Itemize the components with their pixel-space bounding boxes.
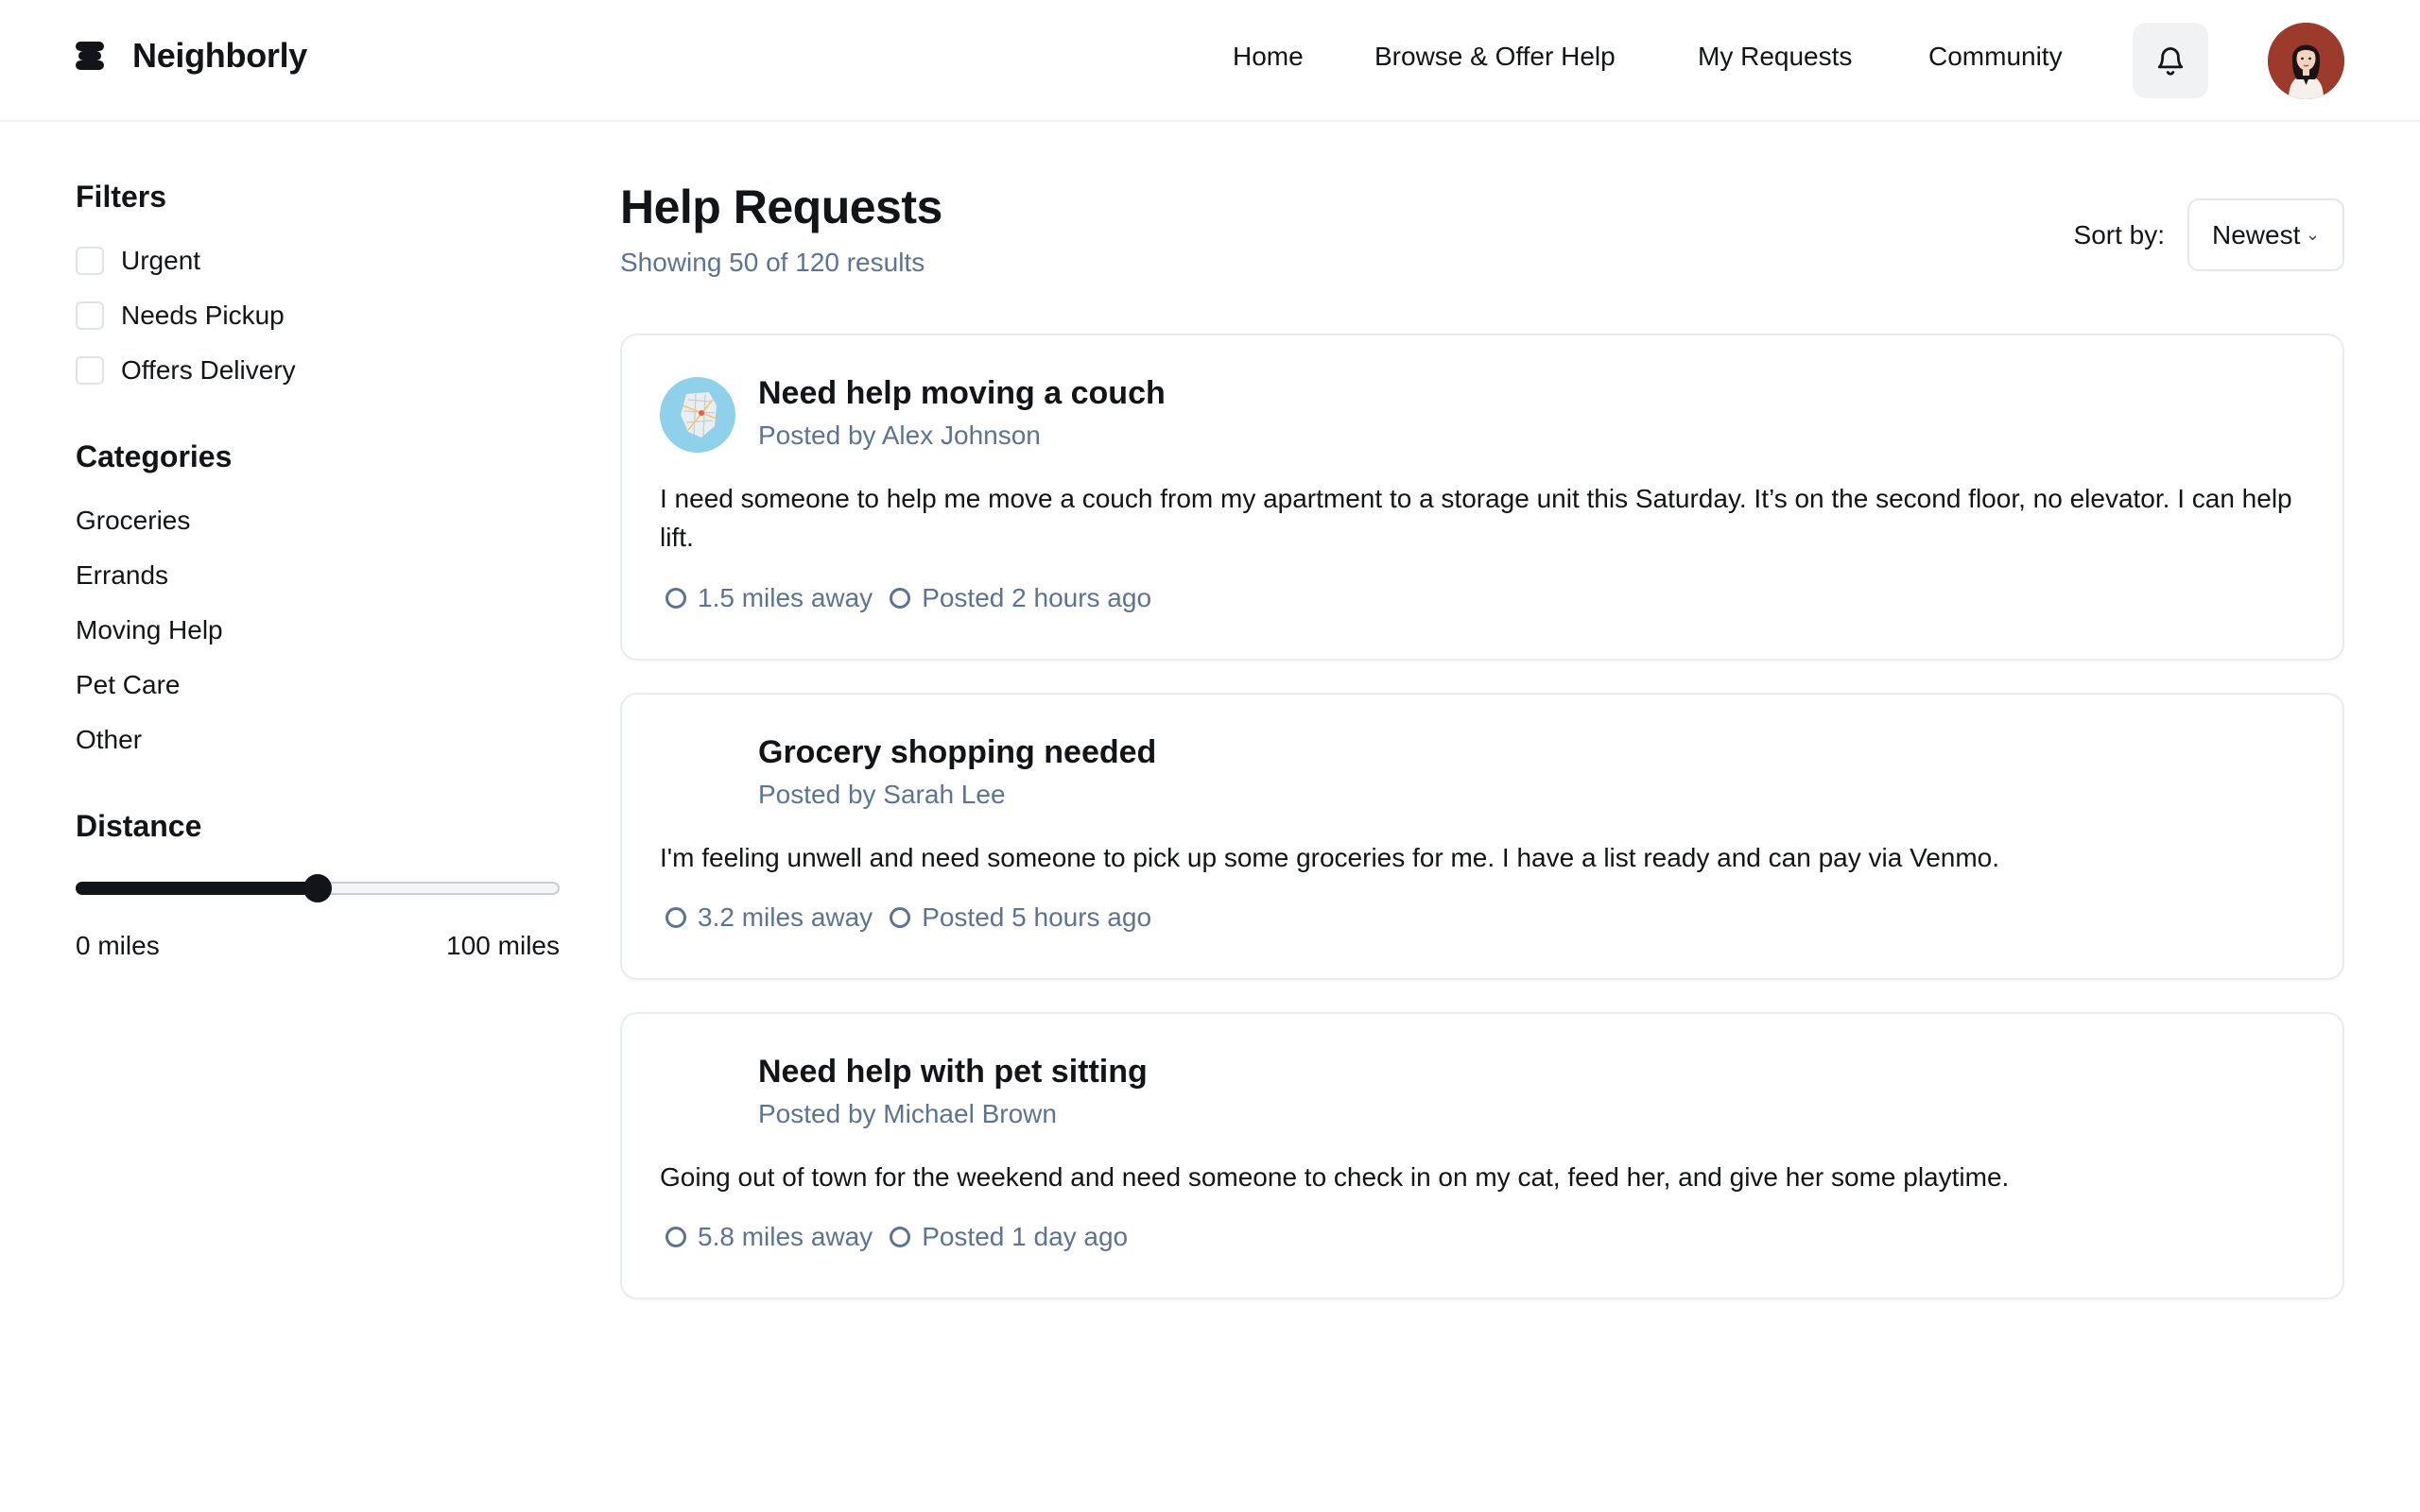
sort-control: Sort by: Newest ⌄: [2074, 198, 2344, 271]
category-other[interactable]: Other: [76, 713, 560, 767]
request-description: Going out of town for the weekend and ne…: [660, 1162, 2010, 1192]
category-list: Groceries Errands Moving Help Pet Care O…: [76, 493, 560, 767]
offers-delivery-checkbox[interactable]: [76, 356, 104, 385]
distance-range-labels: 0 miles 100 miles: [76, 931, 560, 961]
clock-icon: [890, 1227, 911, 1247]
location-icon: [666, 1227, 686, 1247]
user-avatar-illustration: [2268, 23, 2344, 99]
sort-value: Newest: [2212, 219, 2301, 249]
posted-text: Posted 1 day ago: [922, 1222, 1129, 1251]
user-avatar[interactable]: [2268, 23, 2344, 99]
posted-text: Posted 2 hours ago: [922, 583, 1152, 612]
main-nav: Home Browse & Offer Help My Requests Com…: [0, 42, 2420, 79]
filter-offers-delivery[interactable]: Offers Delivery: [76, 343, 560, 398]
map-icon: [660, 377, 735, 453]
distance-meta: 1.5 miles away: [660, 583, 873, 613]
urgent-checkbox[interactable]: [76, 247, 104, 275]
sort-select[interactable]: Newest ⌄: [2187, 198, 2344, 271]
posted-meta: Posted 1 day ago: [884, 1222, 1128, 1252]
posted-text: Posted 5 hours ago: [922, 902, 1152, 932]
filters-heading: Filters: [76, 180, 167, 214]
request-author: Posted by Sarah Lee: [758, 780, 1006, 809]
distance-meta: 5.8 miles away: [660, 1222, 873, 1252]
sort-label: Sort by:: [2073, 219, 2165, 249]
posted-meta: Posted 2 hours ago: [884, 583, 1151, 613]
category-errands[interactable]: Errands: [76, 548, 560, 603]
request-description: I'm feeling unwell and need someone to p…: [660, 843, 2000, 872]
slider-thumb[interactable]: [303, 874, 332, 902]
distance-min-label: 0 miles: [76, 931, 160, 960]
request-card[interactable]: Grocery shopping needed Posted by Sarah …: [620, 693, 2344, 980]
request-author: Posted by Michael Brown: [758, 1099, 1057, 1128]
request-meta: 1.5 miles away Posted 2 hours ago: [660, 583, 1163, 613]
category-pet-care[interactable]: Pet Care: [76, 658, 560, 713]
filter-label: Offers Delivery: [121, 355, 296, 385]
request-title[interactable]: Need help with pet sitting: [758, 1054, 1148, 1091]
slider-fill: [76, 882, 318, 895]
requests-main: Help Requests Showing 50 of 120 results …: [620, 180, 2344, 1299]
request-title[interactable]: Grocery shopping needed: [758, 734, 1156, 771]
distance-slider[interactable]: [76, 874, 560, 902]
location-icon: [666, 907, 686, 928]
notifications-button[interactable]: [2133, 23, 2208, 98]
filter-needs-pickup[interactable]: Needs Pickup: [76, 288, 560, 343]
categories-heading: Categories: [76, 439, 233, 473]
nav-my-requests[interactable]: My Requests: [1698, 42, 1852, 72]
request-card[interactable]: Need help with pet sitting Posted by Mic…: [620, 1012, 2344, 1299]
clock-icon: [890, 907, 911, 928]
filter-urgent[interactable]: Urgent: [76, 233, 560, 288]
map-avatar: [660, 377, 735, 453]
posted-meta: Posted 5 hours ago: [884, 902, 1151, 933]
top-nav-bar: Neighborly Home Browse & Offer Help My R…: [0, 0, 2420, 122]
distance-text: 3.2 miles away: [698, 902, 873, 932]
distance-text: 1.5 miles away: [698, 583, 873, 612]
filter-label: Needs Pickup: [121, 301, 285, 330]
distance-max-label: 100 miles: [446, 931, 560, 960]
bell-icon: [2157, 47, 2184, 76]
clock-icon: [890, 588, 911, 609]
filters-sidebar: Filters Urgent Needs Pickup Offers Deliv…: [76, 180, 560, 961]
filter-label: Urgent: [121, 246, 201, 275]
request-meta: 3.2 miles away Posted 5 hours ago: [660, 902, 1163, 933]
distance-meta: 3.2 miles away: [660, 902, 873, 933]
request-meta: 5.8 miles away Posted 1 day ago: [660, 1222, 1139, 1252]
request-card[interactable]: Need help moving a couch Posted by Alex …: [620, 334, 2344, 661]
category-groceries[interactable]: Groceries: [76, 493, 560, 548]
distance-text: 5.8 miles away: [698, 1222, 873, 1251]
nav-home[interactable]: Home: [1233, 42, 1304, 72]
request-title[interactable]: Need help moving a couch: [758, 375, 1166, 412]
category-moving-help[interactable]: Moving Help: [76, 603, 560, 658]
request-description: I need someone to help me move a couch f…: [660, 484, 2292, 552]
nav-browse-offer-help[interactable]: Browse & Offer Help: [1374, 42, 1616, 72]
location-icon: [666, 588, 686, 609]
chevron-down-icon: ⌄: [2305, 225, 2320, 244]
nav-community[interactable]: Community: [1928, 42, 2063, 72]
request-author: Posted by Alex Johnson: [758, 421, 1041, 450]
distance-heading: Distance: [76, 809, 202, 843]
needs-pickup-checkbox[interactable]: [76, 301, 104, 330]
